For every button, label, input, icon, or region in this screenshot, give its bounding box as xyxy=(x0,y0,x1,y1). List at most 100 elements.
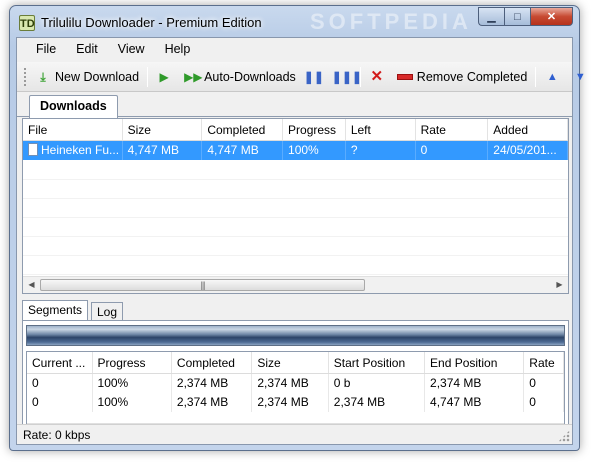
toolbar: ⤓ New Download ▶ ▶▶ Auto-Downloads ❚❚ ❚❚… xyxy=(17,62,586,92)
column-header-file[interactable]: File xyxy=(23,119,123,140)
download-completed-cell: 4,747 MB xyxy=(202,141,284,160)
column-header-seg-size[interactable]: Size xyxy=(252,352,329,373)
close-button[interactable]: ✕ xyxy=(530,7,573,26)
column-header-seg-completed[interactable]: Completed xyxy=(172,352,253,373)
downloads-header: File Size Completed Progress Left Rate A… xyxy=(23,119,568,141)
remove-completed-icon xyxy=(396,73,413,80)
download-rate-cell: 0 xyxy=(416,141,489,160)
arrow-down-icon: ▼ xyxy=(574,70,586,83)
column-header-end-position[interactable]: End Position xyxy=(425,352,525,373)
download-file-name: Heineken Fu... xyxy=(41,143,120,157)
column-header-size[interactable]: Size xyxy=(123,119,203,140)
toolbar-separator xyxy=(359,66,361,87)
column-header-left[interactable]: Left xyxy=(346,119,416,140)
scroll-left-icon[interactable]: ◀ xyxy=(23,277,40,293)
file-icon xyxy=(28,143,38,156)
tab-downloads[interactable]: Downloads xyxy=(29,95,118,118)
play-icon: ▶ xyxy=(159,69,169,84)
watermark-text: SOFTPEDIA xyxy=(310,9,472,34)
download-icon: ⤓ xyxy=(40,69,46,84)
segment-rate-cell: 0 xyxy=(524,374,564,393)
segment-size-cell: 2,374 MB xyxy=(252,393,329,412)
segment-end-cell: 4,747 MB xyxy=(425,393,525,412)
remove-completed-button[interactable]: Remove Completed xyxy=(393,65,531,89)
new-download-label: New Download xyxy=(55,69,140,84)
pause-all-button[interactable]: ❚❚❚ xyxy=(328,65,362,89)
app-window: TD Trilulilu Downloader - Premium Editio… xyxy=(9,5,586,451)
segment-row[interactable]: 0 100% 2,374 MB 2,374 MB 0 b 2,374 MB 0 xyxy=(27,374,564,393)
detail-tab-strip: Segments Log xyxy=(17,300,572,321)
client-area: File Edit View Help ⤓ New Download ▶ ▶▶ … xyxy=(16,37,586,445)
download-left-cell: ? xyxy=(346,141,416,160)
main-tab-strip: Downloads xyxy=(17,95,572,118)
segment-progress-cell: 100% xyxy=(93,393,172,412)
maximize-icon: □ xyxy=(514,10,521,23)
minimize-button[interactable]: ▁ xyxy=(478,7,504,26)
move-up-button[interactable]: ▲ xyxy=(540,65,568,89)
segments-progress-bar xyxy=(26,325,565,346)
maximize-button[interactable]: □ xyxy=(504,7,530,26)
caption-buttons: ▁ □ ✕ xyxy=(478,7,573,26)
segment-current-cell: 0 xyxy=(27,374,93,393)
column-header-added[interactable]: Added xyxy=(488,119,568,140)
start-button[interactable]: ▶ xyxy=(152,65,180,89)
column-header-current[interactable]: Current ... xyxy=(27,352,93,373)
menu-file[interactable]: File xyxy=(26,38,66,60)
title-bar[interactable]: TD Trilulilu Downloader - Premium Editio… xyxy=(10,6,579,38)
download-added-cell: 24/05/201... xyxy=(488,141,568,160)
status-rate-value: 0 kbps xyxy=(55,428,91,442)
menu-edit[interactable]: Edit xyxy=(66,38,108,60)
pause-icon: ❚❚ xyxy=(303,69,324,84)
minimize-icon: ▁ xyxy=(487,11,496,23)
segment-completed-cell: 2,374 MB xyxy=(172,393,253,412)
downloads-table: File Size Completed Progress Left Rate A… xyxy=(22,118,569,294)
column-header-start-position[interactable]: Start Position xyxy=(329,352,426,373)
column-header-rate[interactable]: Rate xyxy=(416,119,489,140)
segment-completed-cell: 2,374 MB xyxy=(172,374,253,393)
status-rate-label: Rate: xyxy=(23,428,52,442)
window-title: Trilulilu Downloader - Premium Edition xyxy=(41,15,262,30)
segments-header: Current ... Progress Completed Size Star… xyxy=(27,352,564,374)
fast-forward-icon: ▶▶ xyxy=(184,69,203,84)
delete-x-icon: ✕ xyxy=(370,67,384,85)
app-icon: TD xyxy=(19,15,35,31)
menu-help[interactable]: Help xyxy=(155,38,201,60)
segment-end-cell: 2,374 MB xyxy=(425,374,525,393)
pause-button[interactable]: ❚❚ xyxy=(300,65,328,89)
menu-bar: File Edit View Help xyxy=(17,38,572,60)
pause-all-icon: ❚❚❚ xyxy=(331,69,362,84)
download-size-cell: 4,747 MB xyxy=(123,141,203,160)
column-header-seg-progress[interactable]: Progress xyxy=(93,352,172,373)
column-header-progress[interactable]: Progress xyxy=(283,119,346,140)
column-header-completed[interactable]: Completed xyxy=(202,119,284,140)
toolbar-separator xyxy=(535,66,537,87)
tab-segments[interactable]: Segments xyxy=(22,300,89,321)
close-icon: ✕ xyxy=(546,11,557,23)
downloads-horizontal-scrollbar[interactable]: ◀ ||| ▶ xyxy=(23,276,568,293)
segment-start-cell: 2,374 MB xyxy=(329,393,426,412)
segment-current-cell: 0 xyxy=(27,393,93,412)
resize-grip-icon[interactable] xyxy=(558,430,570,442)
move-down-button[interactable]: ▼ xyxy=(568,65,596,89)
tab-log[interactable]: Log xyxy=(91,302,124,321)
arrow-up-icon: ▲ xyxy=(546,70,558,83)
remove-completed-label: Remove Completed xyxy=(416,69,528,84)
segment-row[interactable]: 0 100% 2,374 MB 2,374 MB 2,374 MB 4,747 … xyxy=(27,393,564,412)
status-bar: Rate: 0 kbps xyxy=(17,424,572,444)
segment-start-cell: 0 b xyxy=(329,374,426,393)
toolbar-grip[interactable] xyxy=(24,67,26,86)
segment-rate-cell: 0 xyxy=(524,393,564,412)
download-row[interactable]: Heineken Fu... 4,747 MB 4,747 MB 100% ? … xyxy=(23,141,568,160)
scroll-right-icon[interactable]: ▶ xyxy=(551,277,568,293)
auto-downloads-button[interactable]: ▶▶ Auto-Downloads xyxy=(180,65,300,89)
segment-progress-cell: 100% xyxy=(93,374,172,393)
auto-downloads-label: Auto-Downloads xyxy=(204,69,296,84)
remove-button[interactable]: ✕ xyxy=(365,65,393,89)
download-file-cell: Heineken Fu... xyxy=(23,141,123,160)
new-download-button[interactable]: ⤓ New Download xyxy=(31,65,143,89)
scroll-thumb[interactable]: ||| xyxy=(40,279,365,291)
download-progress-cell: 100% xyxy=(283,141,346,160)
menu-view[interactable]: View xyxy=(108,38,155,60)
toolbar-separator xyxy=(147,66,149,87)
column-header-seg-rate[interactable]: Rate xyxy=(524,352,564,373)
